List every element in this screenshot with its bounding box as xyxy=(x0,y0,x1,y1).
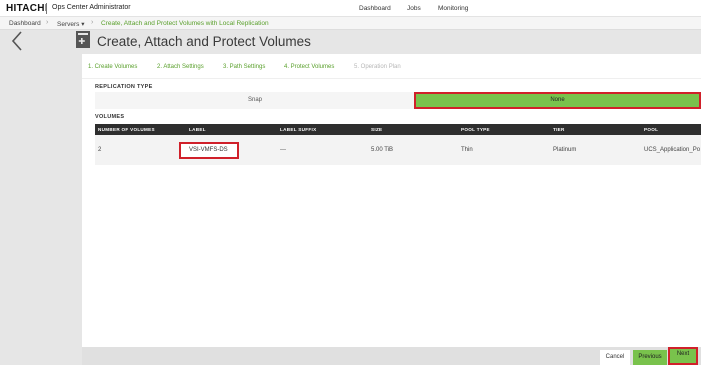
wizard-panel: 1. Create Volumes 2. Attach Settings 3. … xyxy=(82,54,701,347)
cell-size[interactable]: 5.00 TiB xyxy=(371,147,393,153)
cell-label-suffix[interactable]: --- xyxy=(280,147,286,153)
replication-type-heading: REPLICATION TYPE xyxy=(95,84,153,90)
col-size: SIZE xyxy=(371,127,383,132)
top-bar: HITACHI Ops Center Administrator Dashboa… xyxy=(0,0,701,17)
replication-none-option[interactable]: None xyxy=(414,92,701,109)
next-button[interactable]: Next xyxy=(668,347,698,365)
step-attach-settings[interactable]: 2. Attach Settings xyxy=(157,64,204,70)
label-input[interactable]: VSI-VMFS-DS xyxy=(179,142,239,159)
label-input-value: VSI-VMFS-DS xyxy=(189,147,228,153)
breadcrumb-dashboard[interactable]: Dashboard xyxy=(9,20,41,27)
previous-button[interactable]: Previous xyxy=(633,350,667,365)
cell-number-of-volumes[interactable]: 2 xyxy=(98,147,101,153)
wizard-footer: Cancel Previous Next xyxy=(82,347,701,365)
step-protect-volumes[interactable]: 4. Protect Volumes xyxy=(284,64,334,70)
replication-snap-option[interactable]: Snap xyxy=(95,92,415,109)
breadcrumb-servers[interactable]: Servers ▾ xyxy=(57,20,84,28)
brand-divider xyxy=(46,3,47,14)
document-add-icon xyxy=(76,31,90,48)
cell-pool[interactable]: UCS_Application_Po xyxy=(644,147,700,153)
volumes-table-header: NUMBER OF VOLUMES LABEL LABEL SUFFIX SIZ… xyxy=(95,124,701,135)
cell-tier[interactable]: Platinum xyxy=(553,147,576,153)
col-tier: TIER xyxy=(553,127,565,132)
step-create-volumes[interactable]: 1. Create Volumes xyxy=(88,64,137,70)
breadcrumb-current: Create, Attach and Protect Volumes with … xyxy=(101,20,269,27)
step-operation-plan: 5. Operation Plan xyxy=(354,64,401,70)
breadcrumb-separator: › xyxy=(91,19,94,26)
nav-dashboard[interactable]: Dashboard xyxy=(359,5,391,12)
col-label-suffix: LABEL SUFFIX xyxy=(280,127,317,132)
table-row: 2 VSI-VMFS-DS --- 5.00 TiB Thin Platinum… xyxy=(95,135,701,165)
brand-logo: HITACHI xyxy=(6,3,48,14)
page-title: Create, Attach and Protect Volumes xyxy=(97,34,311,49)
volumes-heading: VOLUMES xyxy=(95,114,125,120)
col-number-of-volumes: NUMBER OF VOLUMES xyxy=(98,127,155,132)
cell-pool-type[interactable]: Thin xyxy=(461,147,473,153)
app-name: Ops Center Administrator xyxy=(52,4,131,11)
breadcrumb: Dashboard › Servers ▾ › Create, Attach a… xyxy=(0,17,701,30)
page-header: Create, Attach and Protect Volumes xyxy=(76,30,701,52)
col-pool: POOL xyxy=(644,127,659,132)
step-path-settings[interactable]: 3. Path Settings xyxy=(223,64,265,70)
back-arrow-icon[interactable] xyxy=(8,30,26,52)
col-pool-type: POOL TYPE xyxy=(461,127,490,132)
left-gutter xyxy=(0,30,82,365)
step-divider xyxy=(82,78,701,79)
col-label: LABEL xyxy=(189,127,206,132)
cancel-button[interactable]: Cancel xyxy=(600,350,630,365)
nav-jobs[interactable]: Jobs xyxy=(407,5,421,12)
nav-monitoring[interactable]: Monitoring xyxy=(438,5,468,12)
breadcrumb-separator: › xyxy=(46,19,49,26)
